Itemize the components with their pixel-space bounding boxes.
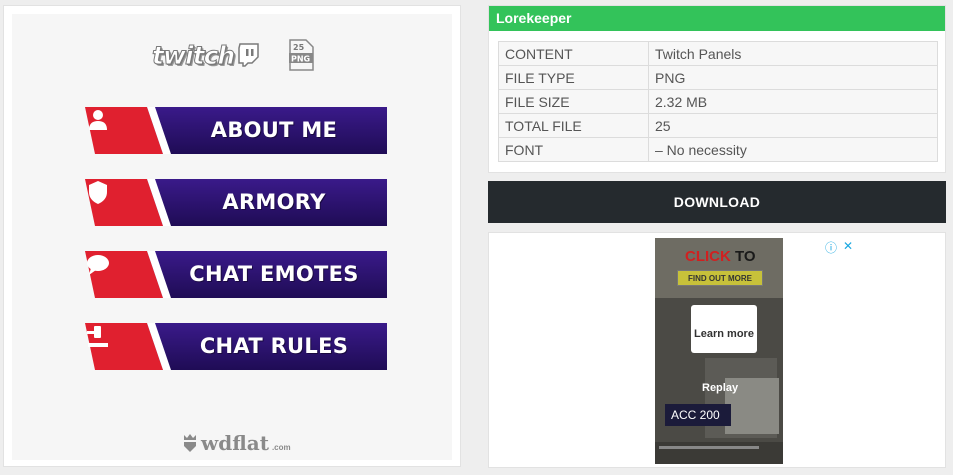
row-key: TOTAL FILE xyxy=(498,113,649,138)
learn-more-button[interactable]: Learn more xyxy=(691,305,757,353)
watermark-word: wdflat xyxy=(201,431,269,455)
row-value: PNG xyxy=(648,65,938,90)
panel-label: ARMORY xyxy=(222,190,326,214)
png-badge-label: PNG xyxy=(291,55,310,64)
info-title: Lorekeeper xyxy=(489,6,945,31)
gavel-icon xyxy=(87,326,108,347)
twitch-wordmark: twitch xyxy=(151,40,235,70)
ad-info-icon[interactable]: ⓘ xyxy=(825,239,837,256)
ad-creative[interactable]: CLICK TO FIND OUT MORE Learn more Replay… xyxy=(655,238,783,464)
table-row: CONTENT Twitch Panels xyxy=(498,41,938,66)
ad-top-band xyxy=(655,238,783,298)
chat-bubble-icon xyxy=(87,255,109,275)
watermark-suffix: .com xyxy=(271,442,291,452)
panel-chat-rules: CHAT RULES xyxy=(85,323,387,370)
shield-icon xyxy=(89,181,107,204)
user-icon xyxy=(89,110,107,130)
panel-label: CHAT RULES xyxy=(199,334,349,358)
table-row: TOTAL FILE 25 xyxy=(498,113,938,138)
ad-headline: CLICK TO xyxy=(685,248,756,265)
row-key: FILE SIZE xyxy=(498,89,649,114)
panel-armory: ARMORY xyxy=(85,179,387,226)
row-key: FONT xyxy=(498,137,649,162)
png-badge-count: 25 xyxy=(293,43,305,52)
ad-acc-banner: ACC 200 xyxy=(665,404,731,426)
file-info-table: CONTENT Twitch Panels FILE TYPE PNG FILE… xyxy=(498,41,938,162)
wdflat-watermark: wdflat .com xyxy=(182,431,291,455)
row-key: FILE TYPE xyxy=(498,65,649,90)
table-row: FONT – No necessity xyxy=(498,137,938,162)
ad-find-out-more: FIND OUT MORE xyxy=(677,270,763,286)
row-key: CONTENT xyxy=(498,41,649,66)
file-info-card: Lorekeeper CONTENT Twitch Panels FILE TY… xyxy=(488,5,946,173)
ad-footer xyxy=(655,442,783,464)
ad-headline-click: CLICK xyxy=(685,248,731,265)
table-row: FILE TYPE PNG xyxy=(498,65,938,90)
panel-about-me: ABOUT ME xyxy=(85,107,387,154)
ad-container: ⓘ ✕ CLICK TO FIND OUT MORE Learn more Re… xyxy=(488,232,946,468)
logo-row: twitch 25 PNG xyxy=(151,39,314,71)
table-row: FILE SIZE 2.32 MB xyxy=(498,89,938,114)
crown-shield-icon xyxy=(184,434,196,452)
download-button[interactable]: DOWNLOAD xyxy=(488,181,946,223)
row-value: 25 xyxy=(648,113,938,138)
preview-card: twitch 25 PNG ABOUT ME ARMORY CHAT EMOTE… xyxy=(3,5,461,467)
row-value: 2.32 MB xyxy=(648,89,938,114)
preview-image: twitch 25 PNG ABOUT ME ARMORY CHAT EMOTE… xyxy=(12,14,452,460)
twitch-logo: twitch xyxy=(151,40,260,70)
ad-close-icon[interactable]: ✕ xyxy=(843,239,853,256)
row-value: Twitch Panels xyxy=(648,41,938,66)
replay-button[interactable]: Replay xyxy=(702,382,738,394)
ad-choices[interactable]: ⓘ ✕ xyxy=(825,239,853,256)
ad-footer-text xyxy=(659,446,759,449)
png-file-icon: 25 PNG xyxy=(289,39,314,71)
panel-chat-emotes: CHAT EMOTES xyxy=(85,251,387,298)
twitch-glitch-icon xyxy=(238,43,259,67)
panel-label: CHAT EMOTES xyxy=(189,262,359,286)
panel-label: ABOUT ME xyxy=(210,118,338,142)
row-value: – No necessity xyxy=(648,137,938,162)
ad-headline-to: TO xyxy=(730,248,756,265)
